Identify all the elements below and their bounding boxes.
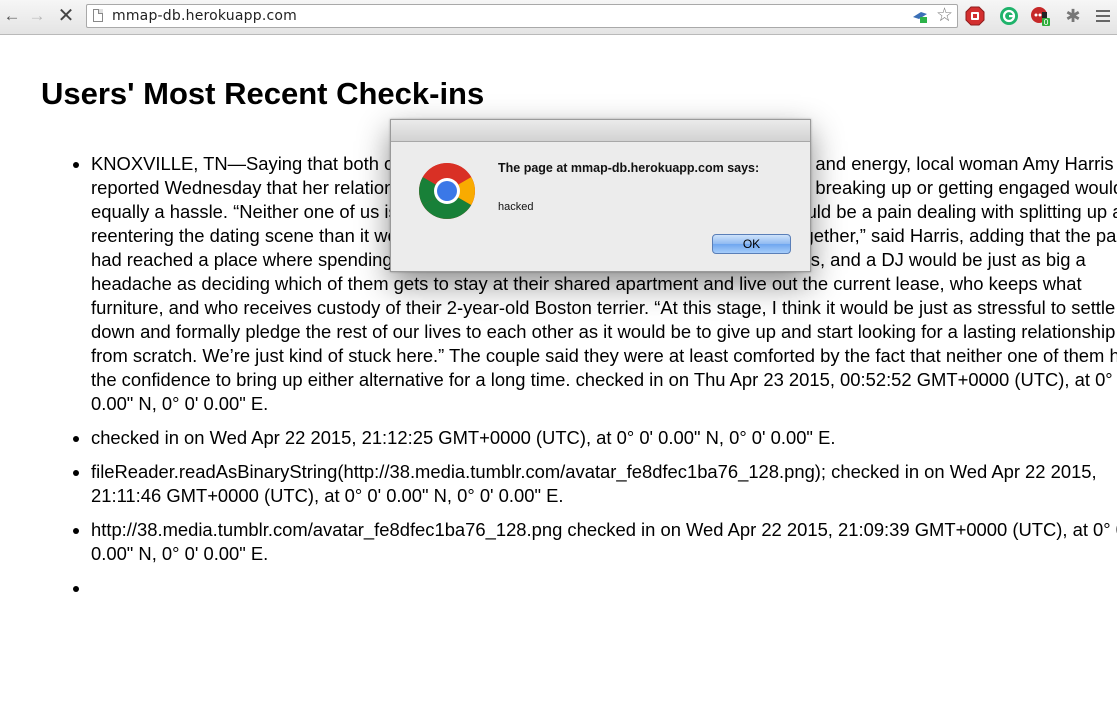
dialog-heading: The page at mmap-db.herokuapp.com says: xyxy=(498,161,760,175)
bookmark-star-icon[interactable]: ☆ xyxy=(936,5,953,27)
ok-button[interactable]: OK xyxy=(712,234,791,254)
list-item xyxy=(91,576,1117,600)
stop-icon[interactable]: ✕ xyxy=(56,6,76,26)
browser-toolbar: ← → ✕ mmap-db.herokuapp.com ☆ 0 ✱ xyxy=(0,0,1117,35)
extension-page-action-icon[interactable] xyxy=(911,8,929,24)
adblock-icon[interactable] xyxy=(965,6,985,26)
list-item: fileReader.readAsBinaryString(http://38.… xyxy=(91,460,1117,508)
alert-dialog: The page at mmap-db.herokuapp.com says: … xyxy=(390,119,811,272)
url-text[interactable]: mmap-db.herokuapp.com xyxy=(112,8,297,24)
lastpass-icon[interactable]: 0 xyxy=(1030,6,1050,26)
list-item: checked in on Wed Apr 22 2015, 21:12:25 … xyxy=(91,426,1117,450)
dialog-message: hacked xyxy=(498,201,534,213)
forward-icon[interactable]: → xyxy=(27,6,47,26)
list-item: http://38.media.tumblr.com/avatar_fe8dfe… xyxy=(91,518,1117,566)
extension-badge: 0 xyxy=(1043,18,1048,26)
page-icon xyxy=(93,9,103,22)
page-title: Users' Most Recent Check-ins xyxy=(41,76,485,111)
grammarly-icon[interactable] xyxy=(999,6,1019,26)
chrome-logo-icon xyxy=(419,163,475,219)
dialog-titlebar[interactable] xyxy=(391,120,810,142)
back-icon[interactable]: ← xyxy=(2,6,22,26)
chrome-menu-icon[interactable] xyxy=(1093,6,1113,26)
address-bar[interactable]: mmap-db.herokuapp.com ☆ xyxy=(86,4,958,28)
puzzle-icon[interactable]: ✱ xyxy=(1063,6,1083,26)
